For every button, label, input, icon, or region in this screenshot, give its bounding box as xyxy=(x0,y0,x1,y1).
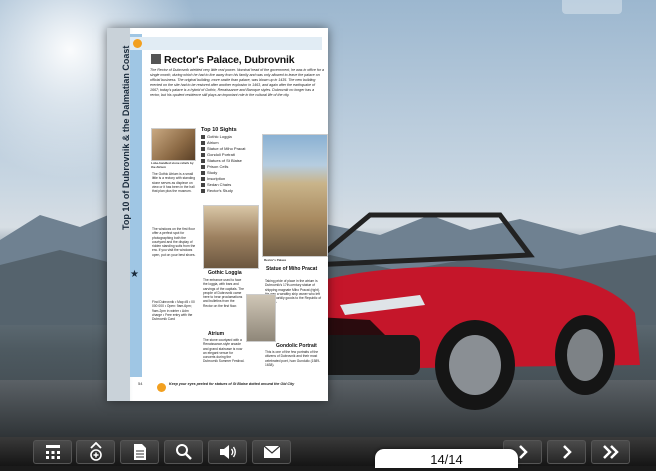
page-heading: Rector's Palace, Dubrovnik xyxy=(151,54,295,66)
palace-caption: Rector's Palace xyxy=(264,258,287,262)
section-strip xyxy=(130,34,142,377)
search-icon xyxy=(175,444,192,460)
zoom-in-icon xyxy=(89,442,102,461)
heading-marker-icon xyxy=(151,54,161,64)
intro-text: The Rector of Dubrovnik wielded very lit… xyxy=(150,68,325,97)
last-page-button[interactable] xyxy=(591,440,630,464)
gothic-loggia-text: The entrance used to face the loggia, wi… xyxy=(203,278,244,308)
chevron-right-icon xyxy=(562,445,572,459)
speaker-icon xyxy=(219,445,236,459)
email-icon xyxy=(263,445,280,458)
document-icon xyxy=(133,444,146,460)
portrait-text: This is one of the few portraits of the … xyxy=(265,350,321,367)
sound-button[interactable] xyxy=(208,440,247,464)
top-sights-list: Gothic Loggia Atrium Statue of Miho Prac… xyxy=(201,134,259,194)
share-button[interactable] xyxy=(252,440,291,464)
double-chevron-right-icon xyxy=(602,445,619,459)
sight-item: Rector's Study xyxy=(201,188,259,194)
footer-badge-icon xyxy=(157,383,166,392)
page-number: 54 xyxy=(138,381,143,386)
loggia-photo xyxy=(203,205,259,269)
left-column-text-1: The Gothic Atrium is a small little is a… xyxy=(152,172,196,194)
arch-caption: Lobe-handled stone reliefs by the Atrium xyxy=(151,161,194,169)
left-column-text-2: The windows on the first floor offer a p… xyxy=(152,227,196,257)
gothic-loggia-heading: Gothic Loggia xyxy=(208,270,242,276)
thumbnails-icon xyxy=(45,445,60,459)
search-button[interactable] xyxy=(164,440,203,464)
statue-photo xyxy=(246,294,276,342)
palace-photo xyxy=(262,134,328,257)
arch-relief-photo xyxy=(151,128,196,161)
footer-note: Keep your eyes peeled for statues of St … xyxy=(169,382,295,386)
portrait-heading: Gondolic Portrait xyxy=(276,343,317,349)
page-indicator[interactable]: 14/14 xyxy=(375,449,518,468)
page-header-bar xyxy=(130,37,322,50)
zoom-in-button[interactable] xyxy=(76,440,115,464)
top-page-tab xyxy=(562,0,622,14)
atrium-heading: Atrium xyxy=(208,331,225,337)
star-icon: ★ xyxy=(130,269,139,280)
viewer-background xyxy=(0,0,656,437)
top-sights-heading: Top 10 Sights xyxy=(201,127,237,133)
thumbnails-button[interactable] xyxy=(33,440,72,464)
statue-heading: Statue of Miho Pracat xyxy=(266,266,318,272)
header-badge-icon xyxy=(133,39,142,48)
left-column-text-3: Find Dubrovnik • Map d5 • 00 000 000 • O… xyxy=(152,300,195,322)
atrium-text: The stone courtyard with a Renaissance-s… xyxy=(203,338,245,364)
text-view-button[interactable] xyxy=(120,440,159,464)
next-spread-button[interactable] xyxy=(547,440,586,464)
